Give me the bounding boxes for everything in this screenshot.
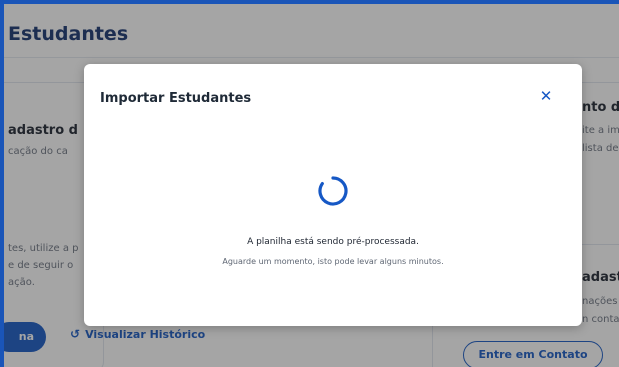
- loading-spinner-icon: [318, 176, 348, 206]
- processing-status-message: A planilha está sendo pré-processada.: [247, 237, 419, 247]
- close-icon[interactable]: ✕: [536, 86, 556, 106]
- import-students-modal: Importar Estudantes ✕ A planilha está se…: [84, 64, 582, 326]
- app-frame: Estudantes adastro d cação do ca tes, ut…: [0, 0, 619, 367]
- processing-wait-message: Aguarde um momento, isto pode levar algu…: [222, 257, 444, 266]
- modal-title: Importar Estudantes: [100, 91, 252, 106]
